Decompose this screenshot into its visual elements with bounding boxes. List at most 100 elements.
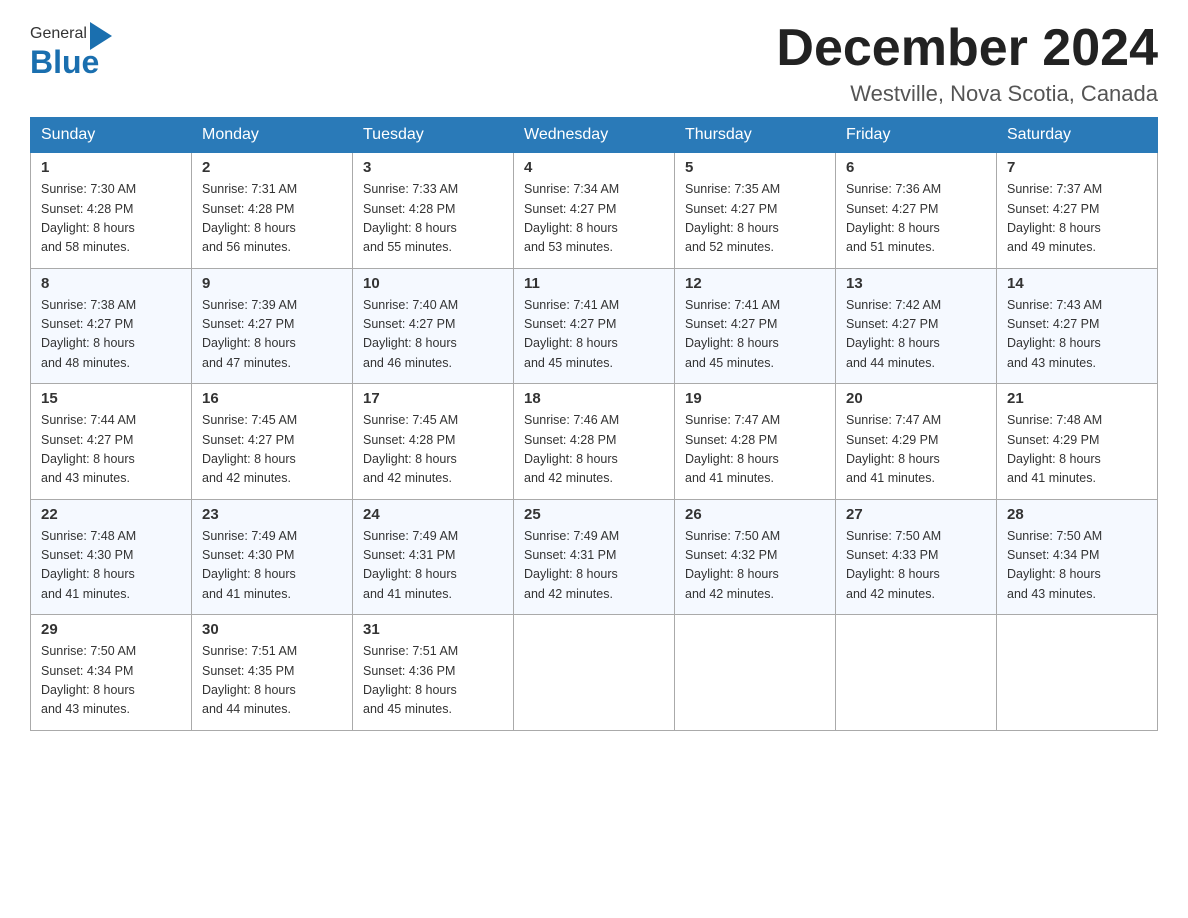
logo-general-text: General — [30, 26, 87, 42]
day-info: Sunrise: 7:48 AMSunset: 4:30 PMDaylight:… — [41, 527, 181, 605]
table-row: 20 Sunrise: 7:47 AMSunset: 4:29 PMDayligh… — [836, 384, 997, 500]
calendar-week-row: 15Sunrise: 7:44 AMSunset: 4:27 PMDayligh… — [31, 384, 1158, 500]
col-sunday: Sunday — [31, 118, 192, 153]
table-row: 9 Sunrise: 7:39 AMSunset: 4:27 PMDaylight… — [192, 268, 353, 384]
day-number: 28 — [1007, 506, 1147, 523]
day-number: 18 — [524, 390, 664, 407]
day-info: Sunrise: 7:34 AMSunset: 4:27 PMDaylight:… — [524, 180, 664, 258]
table-row: 29Sunrise: 7:50 AMSunset: 4:34 PMDayligh… — [31, 615, 192, 731]
table-row: 30 Sunrise: 7:51 AMSunset: 4:35 PMDayligh… — [192, 615, 353, 731]
col-thursday: Thursday — [675, 118, 836, 153]
day-info: Sunrise: 7:36 AMSunset: 4:27 PMDaylight:… — [846, 180, 986, 258]
day-number: 16 — [202, 390, 342, 407]
day-info: Sunrise: 7:49 AMSunset: 4:30 PMDaylight:… — [202, 527, 342, 605]
day-info: Sunrise: 7:43 AMSunset: 4:27 PMDaylight:… — [1007, 296, 1147, 374]
location-subtitle: Westville, Nova Scotia, Canada — [776, 81, 1158, 107]
day-number: 9 — [202, 275, 342, 292]
day-info: Sunrise: 7:51 AMSunset: 4:35 PMDaylight:… — [202, 642, 342, 720]
table-row: 24 Sunrise: 7:49 AMSunset: 4:31 PMDayligh… — [353, 499, 514, 615]
day-number: 5 — [685, 159, 825, 176]
calendar-week-row: 22 Sunrise: 7:48 AMSunset: 4:30 PMDayligh… — [31, 499, 1158, 615]
table-row: 21Sunrise: 7:48 AMSunset: 4:29 PMDayligh… — [997, 384, 1158, 500]
day-number: 25 — [524, 506, 664, 523]
table-row: 26 Sunrise: 7:50 AMSunset: 4:32 PMDayligh… — [675, 499, 836, 615]
table-row: 5 Sunrise: 7:35 AMSunset: 4:27 PMDaylight… — [675, 153, 836, 269]
day-info: Sunrise: 7:42 AMSunset: 4:27 PMDaylight:… — [846, 296, 986, 374]
day-info: Sunrise: 7:35 AMSunset: 4:27 PMDaylight:… — [685, 180, 825, 258]
page-header: General Blue December 2024 Westville, No… — [30, 20, 1158, 107]
table-row: 15Sunrise: 7:44 AMSunset: 4:27 PMDayligh… — [31, 384, 192, 500]
day-number: 7 — [1007, 159, 1147, 176]
col-wednesday: Wednesday — [514, 118, 675, 153]
day-number: 31 — [363, 621, 503, 638]
table-row: 28Sunrise: 7:50 AMSunset: 4:34 PMDayligh… — [997, 499, 1158, 615]
day-number: 24 — [363, 506, 503, 523]
day-number: 17 — [363, 390, 503, 407]
calendar-week-row: 29Sunrise: 7:50 AMSunset: 4:34 PMDayligh… — [31, 615, 1158, 731]
day-info: Sunrise: 7:41 AMSunset: 4:27 PMDaylight:… — [685, 296, 825, 374]
table-row: 12 Sunrise: 7:41 AMSunset: 4:27 PMDayligh… — [675, 268, 836, 384]
day-info: Sunrise: 7:44 AMSunset: 4:27 PMDaylight:… — [41, 411, 181, 489]
table-row: 1 Sunrise: 7:30 AMSunset: 4:28 PMDaylight… — [31, 153, 192, 269]
day-info: Sunrise: 7:30 AMSunset: 4:28 PMDaylight:… — [41, 180, 181, 258]
day-number: 26 — [685, 506, 825, 523]
day-info: Sunrise: 7:31 AMSunset: 4:28 PMDaylight:… — [202, 180, 342, 258]
day-info: Sunrise: 7:38 AMSunset: 4:27 PMDaylight:… — [41, 296, 181, 374]
day-number: 8 — [41, 275, 181, 292]
table-row — [675, 615, 836, 731]
table-row: 10Sunrise: 7:40 AMSunset: 4:27 PMDayligh… — [353, 268, 514, 384]
day-number: 12 — [685, 275, 825, 292]
day-number: 23 — [202, 506, 342, 523]
day-info: Sunrise: 7:50 AMSunset: 4:32 PMDaylight:… — [685, 527, 825, 605]
table-row: 22 Sunrise: 7:48 AMSunset: 4:30 PMDayligh… — [31, 499, 192, 615]
month-title: December 2024 — [776, 20, 1158, 77]
calendar-week-row: 1 Sunrise: 7:30 AMSunset: 4:28 PMDaylight… — [31, 153, 1158, 269]
table-row: 23 Sunrise: 7:49 AMSunset: 4:30 PMDayligh… — [192, 499, 353, 615]
table-row: 31 Sunrise: 7:51 AMSunset: 4:36 PMDayligh… — [353, 615, 514, 731]
day-number: 20 — [846, 390, 986, 407]
calendar-week-row: 8 Sunrise: 7:38 AMSunset: 4:27 PMDaylight… — [31, 268, 1158, 384]
day-number: 22 — [41, 506, 181, 523]
logo-blue-text: Blue — [30, 46, 112, 78]
day-info: Sunrise: 7:33 AMSunset: 4:28 PMDaylight:… — [363, 180, 503, 258]
day-info: Sunrise: 7:50 AMSunset: 4:33 PMDaylight:… — [846, 527, 986, 605]
title-section: December 2024 Westville, Nova Scotia, Ca… — [776, 20, 1158, 107]
day-number: 29 — [41, 621, 181, 638]
day-number: 1 — [41, 159, 181, 176]
day-info: Sunrise: 7:49 AMSunset: 4:31 PMDaylight:… — [363, 527, 503, 605]
col-friday: Friday — [836, 118, 997, 153]
day-number: 21 — [1007, 390, 1147, 407]
table-row: 2Sunrise: 7:31 AMSunset: 4:28 PMDaylight… — [192, 153, 353, 269]
day-info: Sunrise: 7:39 AMSunset: 4:27 PMDaylight:… — [202, 296, 342, 374]
day-info: Sunrise: 7:41 AMSunset: 4:27 PMDaylight:… — [524, 296, 664, 374]
table-row: 3 Sunrise: 7:33 AMSunset: 4:28 PMDaylight… — [353, 153, 514, 269]
col-tuesday: Tuesday — [353, 118, 514, 153]
table-row — [836, 615, 997, 731]
day-number: 11 — [524, 275, 664, 292]
calendar-table: Sunday Monday Tuesday Wednesday Thursday… — [30, 117, 1158, 731]
day-info: Sunrise: 7:45 AMSunset: 4:28 PMDaylight:… — [363, 411, 503, 489]
calendar-header-row: Sunday Monday Tuesday Wednesday Thursday… — [31, 118, 1158, 153]
table-row: 7 Sunrise: 7:37 AMSunset: 4:27 PMDaylight… — [997, 153, 1158, 269]
table-row — [514, 615, 675, 731]
day-number: 3 — [363, 159, 503, 176]
table-row: 11 Sunrise: 7:41 AMSunset: 4:27 PMDayligh… — [514, 268, 675, 384]
table-row: 17 Sunrise: 7:45 AMSunset: 4:28 PMDayligh… — [353, 384, 514, 500]
day-number: 30 — [202, 621, 342, 638]
day-info: Sunrise: 7:51 AMSunset: 4:36 PMDaylight:… — [363, 642, 503, 720]
day-number: 10 — [363, 275, 503, 292]
logo: General Blue — [30, 20, 112, 78]
day-info: Sunrise: 7:47 AMSunset: 4:29 PMDaylight:… — [846, 411, 986, 489]
table-row: 18 Sunrise: 7:46 AMSunset: 4:28 PMDayligh… — [514, 384, 675, 500]
day-info: Sunrise: 7:47 AMSunset: 4:28 PMDaylight:… — [685, 411, 825, 489]
col-monday: Monday — [192, 118, 353, 153]
table-row: 4 Sunrise: 7:34 AMSunset: 4:27 PMDaylight… — [514, 153, 675, 269]
col-saturday: Saturday — [997, 118, 1158, 153]
day-info: Sunrise: 7:46 AMSunset: 4:28 PMDaylight:… — [524, 411, 664, 489]
table-row: 25Sunrise: 7:49 AMSunset: 4:31 PMDayligh… — [514, 499, 675, 615]
day-info: Sunrise: 7:45 AMSunset: 4:27 PMDaylight:… — [202, 411, 342, 489]
day-number: 14 — [1007, 275, 1147, 292]
day-number: 4 — [524, 159, 664, 176]
day-number: 19 — [685, 390, 825, 407]
day-info: Sunrise: 7:37 AMSunset: 4:27 PMDaylight:… — [1007, 180, 1147, 258]
